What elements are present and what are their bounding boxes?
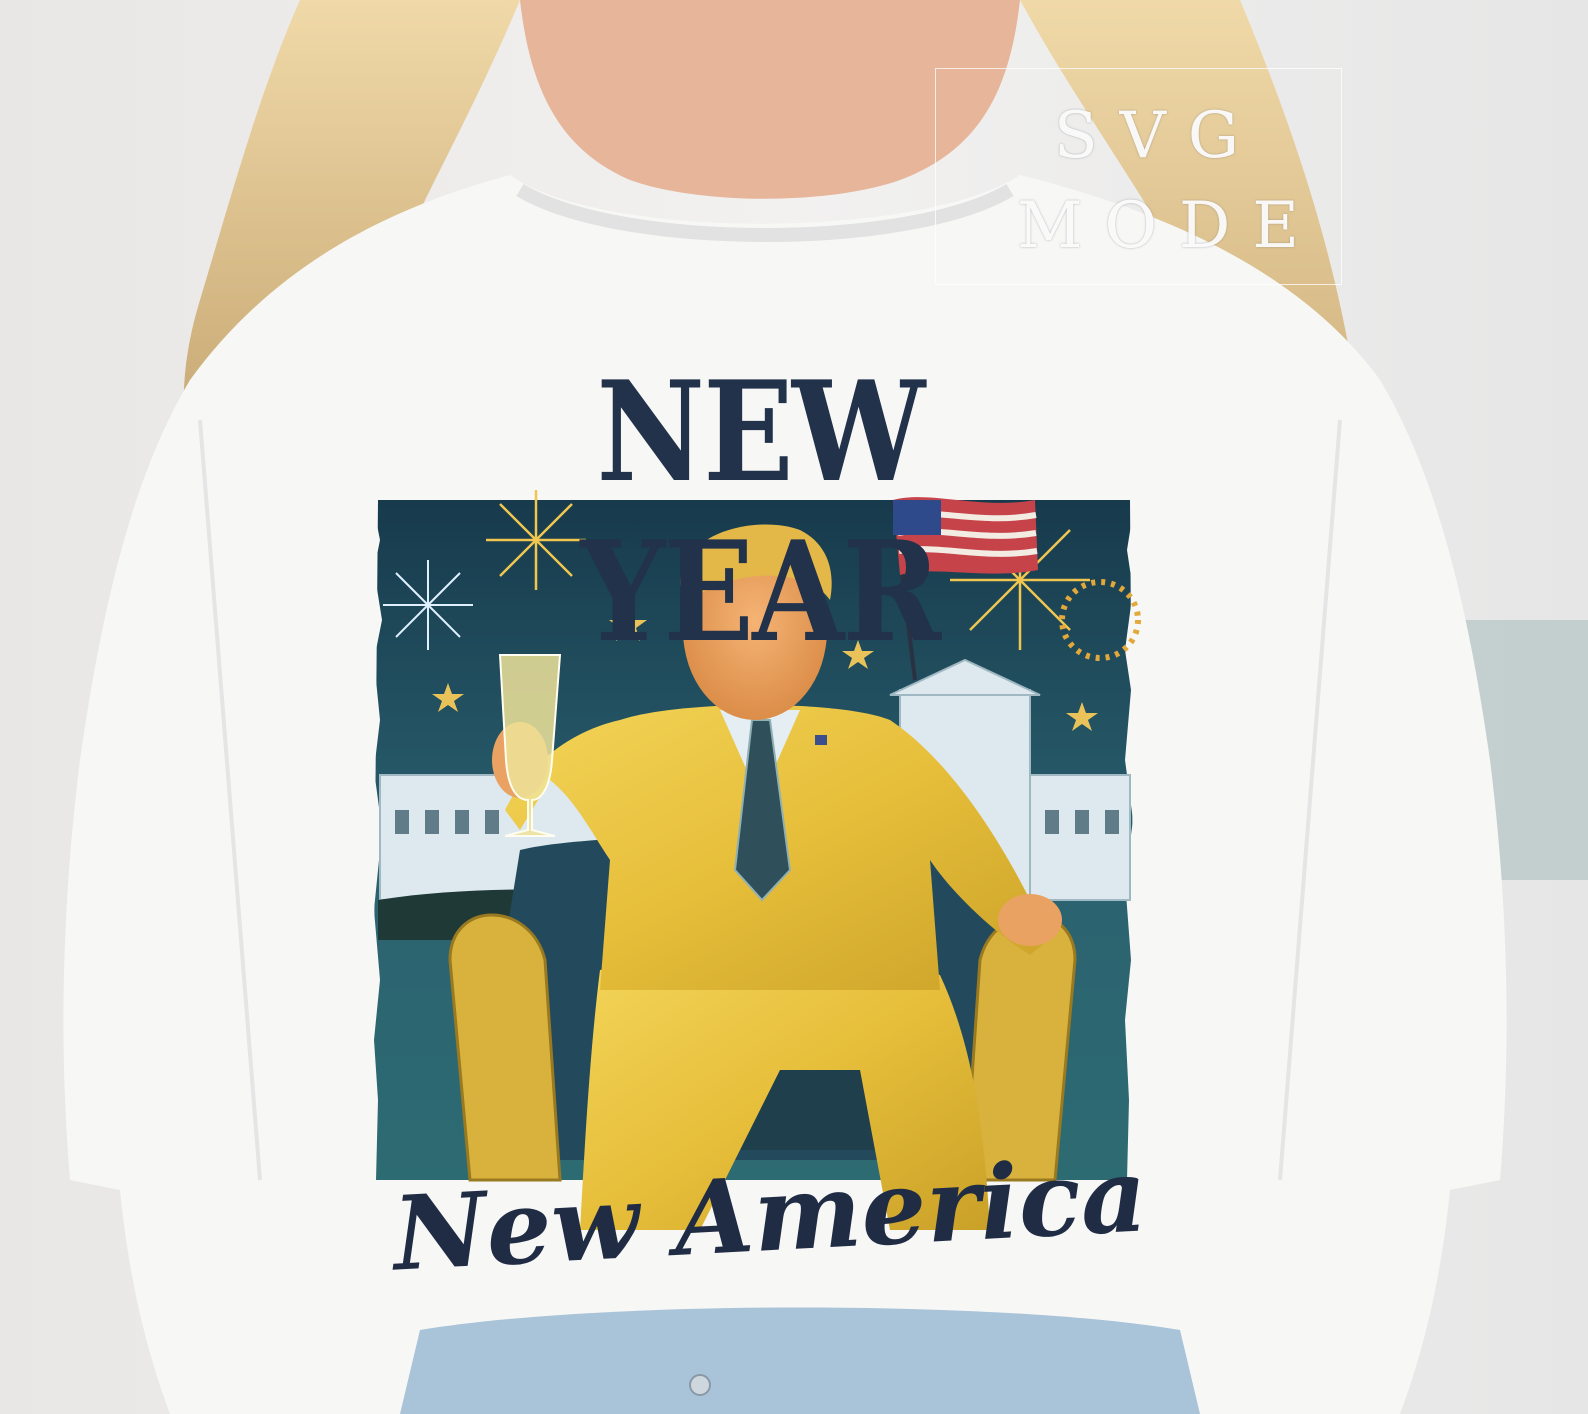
watermark-logo: SVG MODE: [935, 68, 1342, 285]
watermark-line-2: MODE: [1016, 189, 1321, 263]
firework-left: [383, 560, 473, 650]
resting-hand: [998, 894, 1062, 946]
headline-new-year: NEW YEAR: [580, 350, 941, 673]
lapel-pin: [815, 735, 827, 745]
jeans-button: [689, 1374, 711, 1396]
jeans: [400, 1307, 1200, 1414]
watermark-line-1: SVG: [1053, 99, 1261, 173]
